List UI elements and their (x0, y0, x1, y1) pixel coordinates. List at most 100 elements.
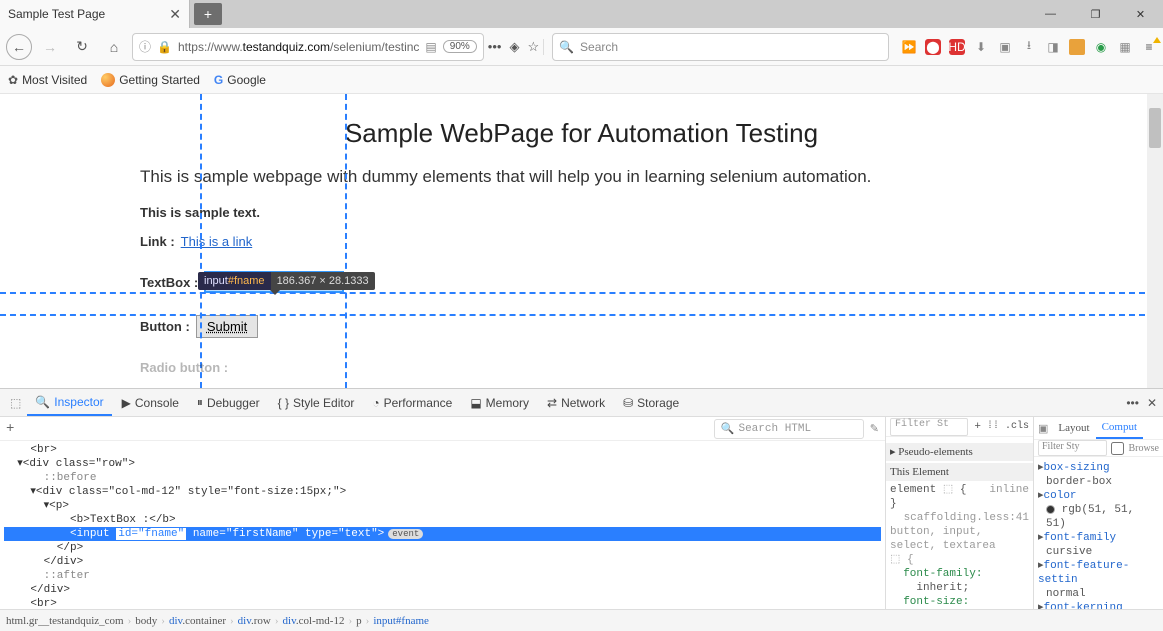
browser-styles-checkbox[interactable] (1111, 442, 1124, 455)
bookmark-google[interactable]: GGoogle (214, 73, 266, 87)
download-icon[interactable]: ⭳ (1021, 39, 1037, 55)
reader-icon[interactable]: ▤ (425, 40, 436, 54)
page-content: Sample WebPage for Automation Testing Th… (0, 118, 1163, 375)
computed-tab[interactable]: Comput (1096, 417, 1143, 439)
navbar: ← → ↻ ⌂ ⓘ 🔒 https://www.testandquiz.com/… (0, 28, 1163, 66)
selected-node[interactable]: <input id="fname" name="firstName" type=… (4, 527, 881, 541)
tab-close-icon[interactable]: ✕ (169, 6, 181, 23)
dom-tree-panel: + 🔍Search HTML ✎ <br> ▾<div class="row">… (0, 417, 885, 609)
cls-button[interactable]: .cls (1005, 421, 1029, 432)
guide-line (0, 292, 1145, 294)
guide-line (345, 94, 347, 388)
devtools-close-icon[interactable]: ✕ (1147, 396, 1157, 410)
tab-console[interactable]: ▶Console (114, 390, 187, 416)
inspector-tooltip: input#fname 186.367 × 28.1333 (198, 272, 375, 290)
link-label: Link : (140, 234, 175, 249)
guide-line (200, 94, 202, 388)
pseudo-section[interactable]: ▸ Pseudo-elements (886, 443, 1033, 461)
ext-icon-5[interactable]: ◉ (1093, 39, 1109, 55)
devtools-body: + 🔍Search HTML ✎ <br> ▾<div class="row">… (0, 417, 1163, 609)
meatball-icon[interactable]: ••• (1126, 396, 1139, 410)
submit-button[interactable]: Submit (196, 315, 258, 338)
zoom-badge[interactable]: 90% (443, 40, 477, 53)
reload-button[interactable]: ↻ (68, 33, 96, 61)
ext-icon-2[interactable]: ⬇ (973, 39, 989, 55)
page-heading: Sample WebPage for Automation Testing (140, 118, 1023, 149)
close-window-button[interactable]: ✕ (1118, 0, 1163, 28)
shield-icon[interactable]: ◈ (509, 39, 519, 55)
lock-icon: 🔒 (157, 40, 172, 54)
tab-debugger[interactable]: ⏸Debugger (189, 390, 268, 416)
gear-icon: ✿ (8, 73, 18, 87)
firefox-icon (101, 73, 115, 87)
box-model-icon[interactable]: ▣ (1034, 422, 1052, 435)
devtools: ⬚ 🔍Inspector ▶Console ⏸Debugger { }Style… (0, 388, 1163, 631)
bookmarks-bar: ✿Most Visited Getting Started GGoogle (0, 66, 1163, 94)
add-rule-button[interactable]: + (974, 421, 981, 433)
search-icon: 🔍 (559, 40, 574, 54)
breadcrumb[interactable]: html.gr__testandquiz_com› body› div.cont… (0, 609, 1163, 631)
forward-button[interactable]: → (36, 33, 64, 61)
tab-storage[interactable]: ⛁Storage (615, 390, 687, 416)
url-text: https://www.testandquiz.com/selenium/tes… (178, 40, 419, 54)
new-tab-button[interactable]: + (194, 3, 222, 25)
url-actions: ••• ◈ ☆ (488, 39, 544, 55)
this-element-section: This Element (886, 463, 1033, 481)
meatball-icon[interactable]: ••• (488, 39, 502, 54)
tab-network[interactable]: ⇄Network (539, 390, 613, 416)
dom-tree[interactable]: <br> ▾<div class="row"> ::before ▾<div c… (0, 441, 885, 609)
maximize-button[interactable]: ❐ (1073, 0, 1118, 28)
search-bar[interactable]: 🔍 Search (552, 33, 889, 61)
page-subtitle: This is sample webpage with dummy elemen… (140, 167, 1023, 187)
sidebar-icon[interactable]: ◨ (1045, 39, 1061, 55)
star-icon[interactable]: ☆ (527, 39, 539, 55)
menu-button[interactable]: ≡ (1141, 39, 1157, 55)
ext-icon-6[interactable]: ▦ (1117, 39, 1133, 55)
search-placeholder: Search (580, 40, 618, 54)
hov-button[interactable]: ⁞⁞ (987, 421, 999, 432)
ext-icon-4[interactable] (1069, 39, 1085, 55)
toolbar-icons: ⏩ ⬤ HD ⬇ ▣ ⭳ ◨ ◉ ▦ ≡ (901, 39, 1157, 55)
tab-inspector[interactable]: 🔍Inspector (27, 390, 111, 416)
link-row: Link : This is a link (140, 234, 1023, 249)
browser-tab[interactable]: Sample Test Page ✕ (0, 0, 190, 28)
titlebar: Sample Test Page ✕ + — ❐ ✕ (0, 0, 1163, 28)
edit-icon[interactable]: ✎ (870, 422, 879, 436)
button-label: Button : (140, 319, 190, 334)
back-button[interactable]: ← (6, 34, 32, 60)
devtools-tabs: ⬚ 🔍Inspector ▶Console ⏸Debugger { }Style… (0, 389, 1163, 417)
sample-text: This is sample text. (140, 205, 1023, 220)
layout-tab[interactable]: Layout (1052, 417, 1095, 439)
tab-memory[interactable]: ⬓Memory (462, 390, 537, 416)
page-viewport: Sample WebPage for Automation Testing Th… (0, 94, 1163, 388)
library-icon[interactable]: ⏩ (901, 39, 917, 55)
ext-icon-3[interactable]: ▣ (997, 39, 1013, 55)
tab-style-editor[interactable]: { }Style Editor (270, 390, 363, 416)
bookmark-getting-started[interactable]: Getting Started (101, 73, 200, 87)
google-icon: G (214, 73, 223, 87)
window-controls: — ❐ ✕ (1028, 0, 1163, 28)
url-bar[interactable]: ⓘ 🔒 https://www.testandquiz.com/selenium… (132, 33, 484, 61)
add-node-button[interactable]: + (6, 421, 14, 437)
vertical-scrollbar[interactable] (1147, 94, 1163, 388)
ext-icon-1[interactable]: ⬤ (925, 39, 941, 55)
guide-line (0, 314, 1145, 316)
radio-row: Radio button : (140, 360, 1023, 375)
rules-filter[interactable]: Filter St (890, 418, 968, 436)
tab-title: Sample Test Page (8, 7, 105, 21)
dom-search[interactable]: 🔍Search HTML (714, 419, 864, 439)
minimize-button[interactable]: — (1028, 0, 1073, 28)
computed-filter[interactable]: Filter Sty (1038, 440, 1107, 456)
select-element-icon[interactable]: ⬚ (6, 396, 25, 410)
button-row: Button : Submit (140, 315, 1023, 338)
home-button[interactable]: ⌂ (100, 33, 128, 61)
textbox-label: TextBox : (140, 275, 198, 290)
radio-label: Radio button : (140, 360, 228, 375)
sample-link[interactable]: This is a link (181, 234, 253, 249)
rules-panel: Filter St + ⁞⁞ .cls ▸ Pseudo-elements Th… (885, 417, 1033, 609)
info-icon[interactable]: ⓘ (139, 38, 151, 55)
ext-icon-hd[interactable]: HD (949, 39, 965, 55)
bookmark-most-visited[interactable]: ✿Most Visited (8, 73, 87, 87)
tab-performance[interactable]: ◔Performance (364, 390, 460, 416)
computed-panel: ▣ Layout Comput Filter Sty Browse ▸box-s… (1033, 417, 1163, 609)
